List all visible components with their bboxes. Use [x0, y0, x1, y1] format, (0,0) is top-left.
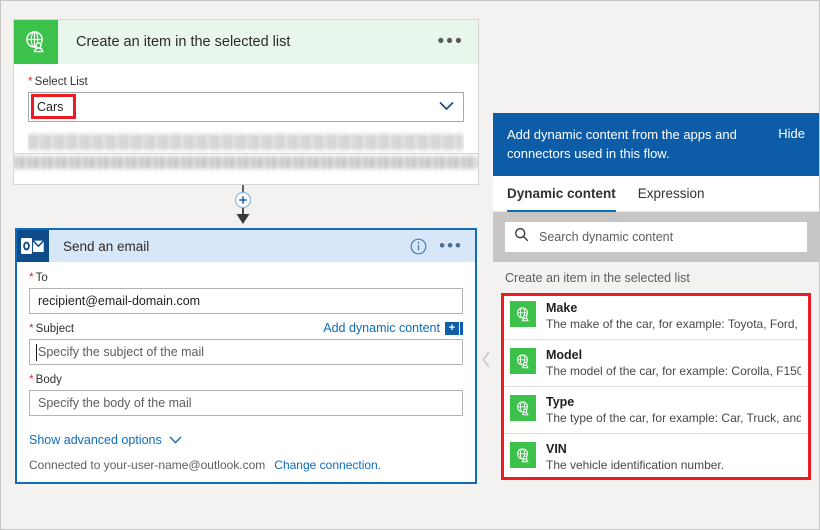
list-item-description: The model of the car, for example: Corol… — [546, 363, 801, 379]
send-email-card-more-button[interactable]: ••• — [439, 242, 475, 250]
subject-placeholder: Specify the subject of the mail — [38, 345, 204, 359]
show-advanced-options-button[interactable]: Show advanced options — [29, 433, 182, 447]
list-item-description: The type of the car, for example: Car, T… — [546, 410, 801, 426]
list-item-name: Model — [546, 347, 801, 363]
sharepoint-card-more-button[interactable]: ••• — [437, 37, 478, 47]
add-step-connector[interactable] — [227, 185, 259, 227]
to-field-label: *To — [29, 270, 463, 284]
chevron-down-icon — [169, 433, 182, 447]
select-list-dropdown[interactable]: Cars — [28, 92, 464, 122]
send-email-card-body: *To recipient@email-domain.com *Subject … — [17, 262, 475, 482]
to-label-text: To — [36, 272, 48, 284]
badge-bar-decoration — [460, 322, 463, 335]
obscured-field-band — [28, 134, 464, 150]
list-item-description: The vehicle identification number. — [546, 457, 724, 473]
dynamic-content-panel: Add dynamic content from the apps and co… — [493, 113, 819, 529]
body-input[interactable]: Specify the body of the mail — [29, 390, 463, 416]
obscured-action-card — [13, 153, 479, 185]
list-item[interactable]: Make The make of the car, for example: T… — [501, 293, 811, 340]
list-item[interactable]: Type The type of the car, for example: C… — [501, 387, 811, 434]
body-field-label: *Body — [29, 372, 463, 386]
sharepoint-globe-person-icon — [14, 20, 58, 64]
list-item-name: VIN — [546, 441, 724, 457]
subject-label-text: Subject — [36, 323, 74, 335]
required-asterisk: * — [29, 372, 34, 386]
required-asterisk: * — [28, 74, 33, 88]
sharepoint-globe-person-icon — [510, 442, 536, 468]
hide-panel-button[interactable]: Hide — [778, 125, 805, 141]
search-input-placeholder: Search dynamic content — [539, 230, 673, 244]
sharepoint-globe-person-icon — [510, 301, 536, 327]
connection-status-text: Connected to your-user-name@outlook.com — [29, 458, 265, 472]
tab-dynamic-content[interactable]: Dynamic content — [507, 176, 616, 212]
select-list-value: Cars — [37, 100, 63, 114]
send-email-card-header[interactable]: Send an email ••• — [17, 230, 475, 262]
send-email-card-title: Send an email — [63, 239, 410, 254]
add-dynamic-content-button[interactable]: Add dynamic content + — [323, 321, 463, 335]
sharepoint-globe-person-icon — [510, 348, 536, 374]
dynamic-content-tabs: Dynamic content Expression — [493, 176, 819, 212]
panel-collapse-handle[interactable] — [480, 348, 492, 370]
info-icon[interactable] — [410, 238, 427, 255]
to-input[interactable]: recipient@email-domain.com — [29, 288, 463, 314]
flow-designer-canvas: Create an item in the selected list ••• … — [1, 1, 491, 529]
add-dynamic-content-label: Add dynamic content — [323, 321, 440, 335]
dynamic-content-list: Make The make of the car, for example: T… — [501, 293, 811, 480]
body-label-text: Body — [36, 374, 62, 386]
obscured-action-band — [14, 156, 478, 169]
select-list-row: Cars — [28, 92, 464, 122]
send-email-action-card[interactable]: Send an email ••• *To recipient@email-do… — [15, 228, 477, 484]
tab-expression[interactable]: Expression — [638, 176, 705, 212]
list-item[interactable]: VIN The vehicle identification number. — [501, 434, 811, 480]
show-advanced-options-label: Show advanced options — [29, 433, 162, 447]
sharepoint-card-title: Create an item in the selected list — [76, 34, 437, 50]
screenshot-root: Create an item in the selected list ••• … — [0, 0, 820, 530]
dynamic-content-panel-description: Add dynamic content from the apps and co… — [507, 125, 772, 163]
dynamic-content-search-area: Search dynamic content — [493, 212, 819, 262]
list-item-description: The make of the car, for example: Toyota… — [546, 316, 801, 332]
dynamic-content-group-title: Create an item in the selected list — [493, 262, 819, 293]
select-list-label: *Select List — [28, 74, 464, 88]
body-placeholder: Specify the body of the mail — [38, 396, 192, 410]
subject-field-label: *Subject — [29, 321, 74, 335]
outlook-icon — [17, 230, 49, 262]
change-connection-link[interactable]: Change connection. — [274, 458, 381, 472]
to-input-value: recipient@email-domain.com — [38, 294, 200, 308]
dynamic-content-panel-header: Add dynamic content from the apps and co… — [493, 113, 819, 176]
sharepoint-globe-person-icon — [510, 395, 536, 421]
subject-label-row: *Subject Add dynamic content + — [29, 321, 463, 335]
select-list-label-text: Select List — [35, 76, 88, 88]
list-item-name: Make — [546, 300, 801, 316]
connection-status-row: Connected to your-user-name@outlook.com … — [29, 458, 463, 472]
search-icon — [514, 227, 529, 247]
plus-badge-icon[interactable]: + — [445, 322, 459, 335]
list-item-name: Type — [546, 394, 801, 410]
search-input[interactable]: Search dynamic content — [505, 222, 807, 252]
required-asterisk: * — [29, 321, 34, 335]
list-item[interactable]: Model The model of the car, for example:… — [501, 340, 811, 387]
sharepoint-action-card[interactable]: Create an item in the selected list ••• … — [13, 19, 479, 157]
sharepoint-card-header[interactable]: Create an item in the selected list ••• — [14, 20, 478, 64]
required-asterisk: * — [29, 270, 34, 284]
subject-input[interactable]: Specify the subject of the mail — [29, 339, 463, 365]
sharepoint-card-body: *Select List Cars — [14, 64, 478, 156]
